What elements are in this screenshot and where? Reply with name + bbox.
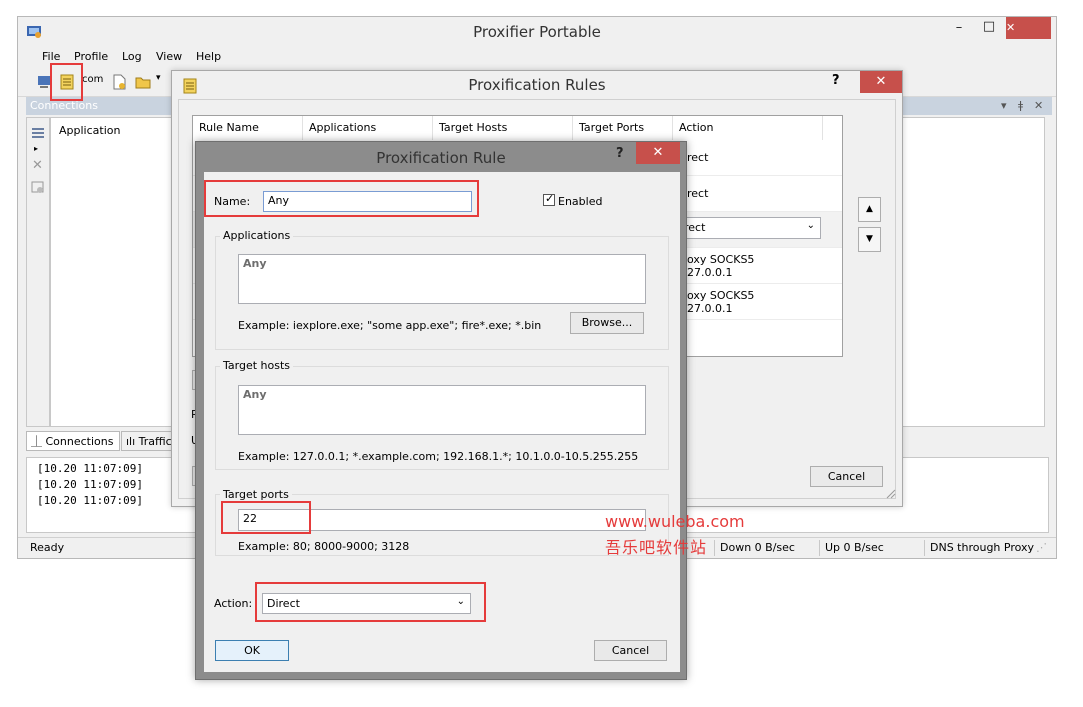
rules-window-title: Proxification Rules [468,76,606,94]
row-action: rect [687,151,709,164]
maximize-button[interactable]: □ [976,17,1002,37]
status-down-rate: Down 0 B/sec [720,541,795,554]
row-action-select[interactable]: rect ⌄ [681,217,821,239]
rules-close-button[interactable]: ✕ [860,71,902,93]
row-action: oxy SOCKS5 [687,253,755,266]
rule-name-input[interactable]: Any [263,191,472,212]
tab-connections[interactable]: ⏊ Connections [26,431,120,451]
minimize-button[interactable]: – [946,18,972,38]
row-action-host: 27.0.0.1 [687,266,733,279]
column-action[interactable]: Action [673,116,823,140]
application-column-header[interactable]: Application [59,124,120,137]
resize-grip-icon[interactable]: ⋰ [1036,541,1047,554]
connections-tab-icon: ⏊ [31,435,42,448]
chevron-down-icon: ⌄ [456,596,465,607]
main-window-title: Proxifier Portable [473,23,601,41]
move-rule-down-button[interactable]: ▼ [858,227,881,252]
close-connection-icon[interactable]: ✕ [32,158,43,173]
name-label: Name: [214,195,251,208]
menu-help[interactable]: Help [196,50,221,63]
columns-icon[interactable] [31,126,45,140]
applications-example: Example: iexplore.exe; "some app.exe"; f… [238,319,542,332]
row-action: oxy SOCKS5 [687,289,755,302]
watermark-url: www.wuleba.com [605,512,745,531]
target-ports-input[interactable]: 22 [238,509,646,531]
rule-close-button[interactable]: ✕ [636,142,680,164]
action-label: Action: [214,597,253,610]
main-titlebar[interactable]: Proxifier Portable – □ ✕ [18,17,1056,47]
connection-info-icon[interactable] [31,180,45,194]
connections-side-toolbar: ▸ ✕ [26,117,50,427]
resize-grip-icon[interactable] [884,487,896,499]
traffic-tab-icon: ılı [126,435,136,448]
toolbar-com-text: com [82,74,104,85]
pane-menu-icon[interactable]: ▾ [1001,97,1007,115]
rule-help-button[interactable]: ? [616,146,624,161]
column-rule-name[interactable]: Rule Name [193,116,303,140]
target-hosts-input[interactable]: Any [238,385,646,435]
move-rule-up-button[interactable]: ▲ [858,197,881,222]
menu-view[interactable]: View [156,50,182,63]
tab-traffic[interactable]: ılı Traffic [121,431,177,451]
target-ports-group-title: Target ports [220,488,292,501]
target-ports-example: Example: 80; 8000-9000; 3128 [238,540,410,553]
menu-file[interactable]: File [42,50,60,63]
open-profile-icon[interactable] [134,73,152,91]
status-ready: Ready [30,541,65,554]
dropdown-arrow-icon[interactable]: ▾ [156,73,161,83]
log-line-time: [10.20 11:07:09] [37,478,143,491]
row-action: rect [687,187,709,200]
proxification-rules-icon[interactable] [58,73,76,91]
status-up-rate: Up 0 B/sec [825,541,884,554]
chevron-down-icon: ⌄ [806,220,815,231]
column-applications[interactable]: Applications [303,116,433,140]
action-select[interactable]: Direct ⌄ [262,593,471,614]
proxification-rule-dialog: Proxification Rule ? ✕ Name: Any Enabled… [195,141,687,680]
tab-connections-label: Connections [45,435,114,448]
ok-button[interactable]: OK [215,640,289,661]
menu-log[interactable]: Log [122,50,142,63]
new-profile-icon[interactable] [110,73,128,91]
proxy-servers-icon[interactable] [36,73,54,91]
menubar: File Profile Log View Help [18,47,1056,67]
row-action: rect [684,221,706,234]
column-target-hosts[interactable]: Target Hosts [433,116,573,140]
action-select-value: Direct [267,597,300,610]
rules-cancel-button[interactable]: Cancel [810,466,883,487]
target-hosts-group-title: Target hosts [220,359,294,372]
status-dns: DNS through Proxy [930,541,1035,554]
row-action-host: 27.0.0.1 [687,302,733,315]
watermark-cn: 吾乐吧软件站 [605,538,708,557]
applications-group-title: Applications [220,229,294,242]
pane-pin-icon[interactable]: ǂ [1018,97,1023,115]
applications-input[interactable]: Any [238,254,646,304]
enabled-label: Enabled [558,195,603,208]
cancel-button[interactable]: Cancel [594,640,667,661]
tab-traffic-label: Traffic [138,435,172,448]
column-target-ports[interactable]: Target Ports [573,116,673,140]
rules-help-button[interactable]: ? [832,73,840,88]
rule-dialog-body: Name: Any Enabled Applications Any Examp… [204,172,680,672]
enabled-checkbox[interactable] [543,192,555,206]
target-hosts-example: Example: 127.0.0.1; *.example.com; 192.1… [238,450,639,463]
rule-dialog-title: Proxification Rule [376,149,506,167]
browse-button[interactable]: Browse... [570,312,644,334]
expand-arrow-icon[interactable]: ▸ [34,144,38,153]
main-close-button[interactable]: ✕ [1006,17,1051,39]
connections-header-label: Connections [30,99,98,112]
pane-close-icon[interactable]: ✕ [1034,97,1043,115]
menu-profile[interactable]: Profile [74,50,108,63]
